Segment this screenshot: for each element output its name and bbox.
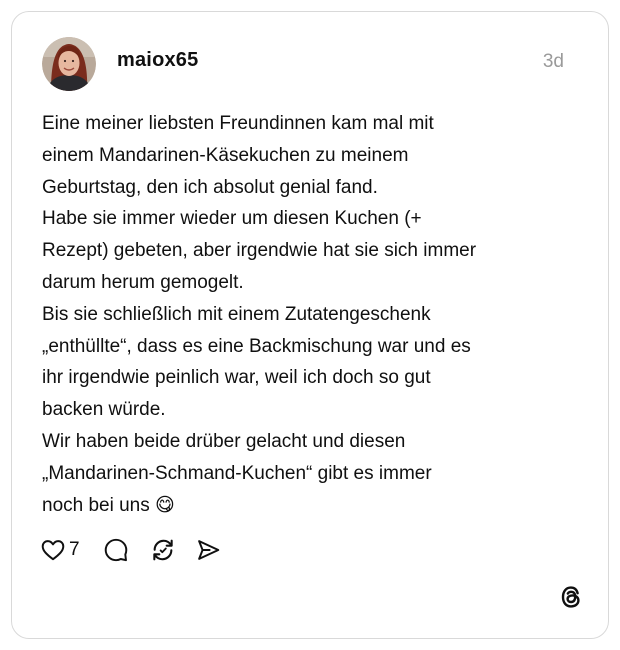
post-actions: 7 xyxy=(40,535,221,565)
username[interactable]: maiox65 xyxy=(117,49,198,72)
comment-bubble-icon xyxy=(104,538,127,562)
post-text-line: Habe sie immer wieder um diesen Kuchen (… xyxy=(42,208,422,230)
post-text-line: Geburtstag, den ich absolut genial fand. xyxy=(42,176,378,198)
yum-emoji: 😋 xyxy=(155,493,175,516)
repost-icon xyxy=(152,539,173,561)
comment-button[interactable] xyxy=(103,535,129,565)
post-text-line: backen würde. xyxy=(42,399,166,421)
post-timestamp: 3d xyxy=(542,51,564,72)
share-button[interactable] xyxy=(195,535,221,565)
post-text-line: einem Mandarinen-Käsekuchen zu meinem xyxy=(42,144,409,166)
post-text-line: Bis sie schließlich mit einem Zutatenges… xyxy=(42,303,431,325)
avatar[interactable] xyxy=(42,37,96,91)
threads-logo-glyph xyxy=(561,586,580,608)
post-text-line: Eine meiner liebsten Freundinnen kam mal… xyxy=(42,113,434,134)
post-text-line: „Mandarinen-Schmand-Kuchen“ gibt es imme… xyxy=(42,462,432,484)
post-text-line: noch bei uns xyxy=(42,494,150,516)
repost-button[interactable] xyxy=(150,535,176,565)
post-text-line-last: noch bei uns 😋 xyxy=(42,490,582,522)
post-text: Eine meiner liebsten Freundinnen kam mal… xyxy=(42,108,582,521)
send-icon xyxy=(197,540,219,560)
avatar-image xyxy=(42,37,96,91)
like-count: 7 xyxy=(69,539,80,560)
post-text-line: ihr irgendwie peinlich war, weil ich doc… xyxy=(42,367,431,389)
post-text-line: Rezept) gebeten, aber irgendwie hat sie … xyxy=(42,240,477,262)
like-button[interactable]: 7 xyxy=(40,535,80,565)
post-text-line: darum herum gemogelt. xyxy=(42,271,244,293)
threads-logo-icon[interactable] xyxy=(558,584,584,610)
post-text-line: „enthüllte“, dass es eine Backmischung w… xyxy=(42,335,471,357)
heart-icon xyxy=(41,540,65,561)
post-text-line: Wir haben beide drüber gelacht und diese… xyxy=(42,430,406,452)
